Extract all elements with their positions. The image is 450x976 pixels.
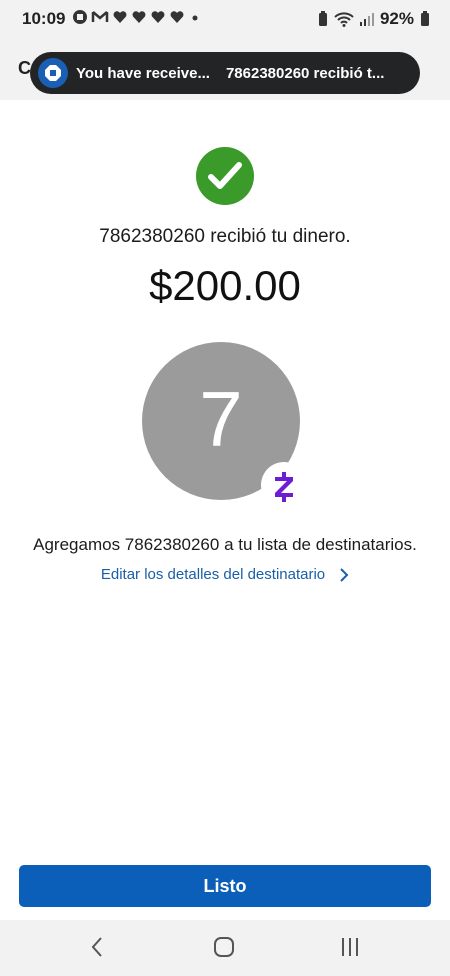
done-button[interactable]: Listo <box>19 865 431 907</box>
chevron-right-icon <box>340 567 349 582</box>
status-time: 10:09 <box>22 9 66 28</box>
status-system-icons: 92% <box>318 9 430 29</box>
wifi-icon <box>334 12 354 27</box>
battery-percent: 92% <box>379 9 414 28</box>
notification-title: You have receive... <box>76 64 210 82</box>
confirmation-message: 7862380260 recibió tu dinero. <box>99 226 351 247</box>
recipient-added-message: Agregamos 7862380260 a tu lista de desti… <box>33 535 417 554</box>
heart-icon <box>113 11 127 23</box>
chase-logo-icon <box>38 58 68 88</box>
status-bar: 10:09 92% <box>0 0 450 36</box>
battery-icon <box>421 11 429 26</box>
header-partial-letter: C <box>18 58 31 78</box>
system-nav-bar <box>0 920 450 976</box>
dot-icon <box>192 15 198 21</box>
chase-icon <box>73 10 87 24</box>
heart-icon <box>132 11 146 23</box>
signal-icon <box>359 13 374 26</box>
battery-saver-icon <box>318 11 327 26</box>
recents-icon[interactable] <box>340 936 360 958</box>
gmail-icon <box>91 11 109 22</box>
status-notification-icons <box>72 9 202 25</box>
heart-icon <box>151 11 165 23</box>
zelle-icon <box>261 462 307 508</box>
notification-text: 7862380260 recibió t... <box>225 64 385 82</box>
edit-recipient-label: Editar los detalles del destinatario <box>100 566 326 583</box>
avatar-initial: 7 <box>199 374 243 463</box>
amount-sent: $200.00 <box>149 262 301 309</box>
heart-icon <box>170 11 184 23</box>
success-check-icon <box>196 147 254 205</box>
home-icon[interactable] <box>213 936 235 958</box>
edit-recipient-link[interactable]: Editar los detalles del destinatario <box>0 566 450 583</box>
notification-banner[interactable]: You have receive... 7862380260 recibió t… <box>30 52 420 94</box>
back-icon[interactable] <box>89 936 105 958</box>
